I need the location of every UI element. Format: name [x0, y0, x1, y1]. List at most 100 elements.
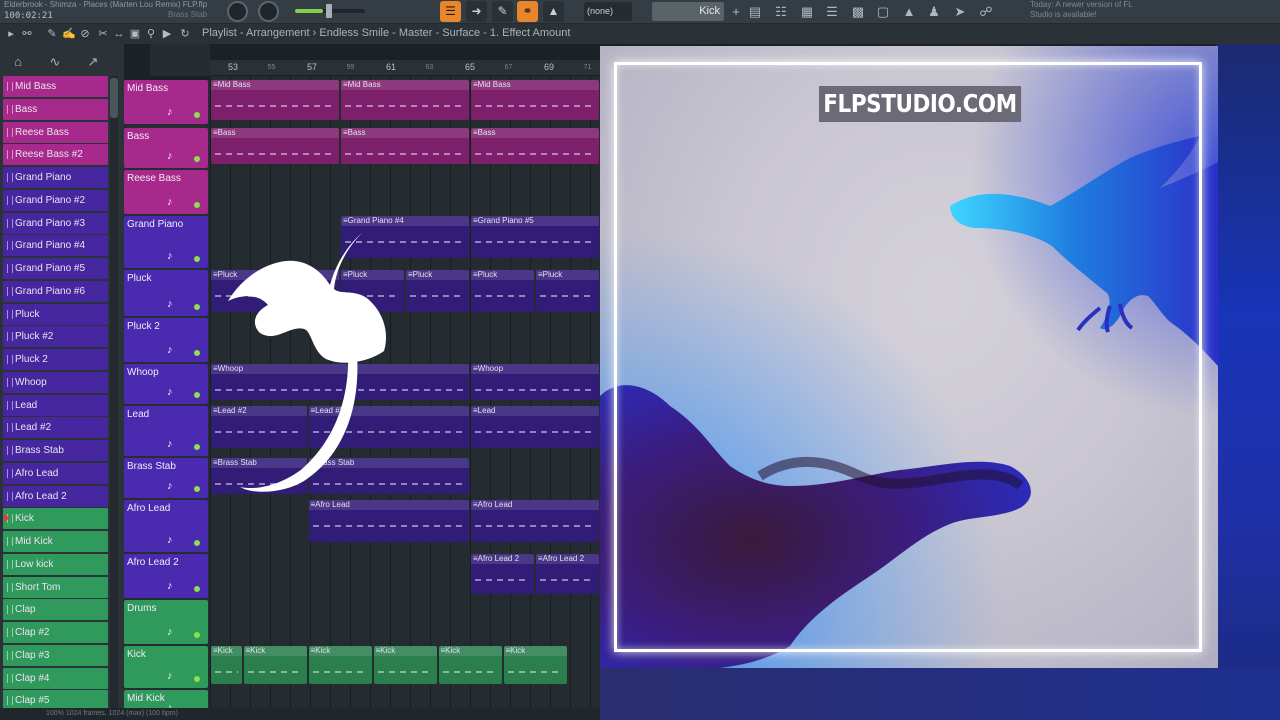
send-icon[interactable]: ➤	[951, 3, 969, 21]
snap-icon[interactable]: ↻	[178, 26, 192, 42]
mixer-icon[interactable]: ☰	[823, 3, 841, 21]
link-icon[interactable]: ⚭	[517, 1, 538, 22]
select-tool-icon[interactable]: ▣	[128, 26, 142, 42]
metronome-button[interactable]: ☰	[440, 1, 461, 22]
pattern-clip[interactable]: Mid Bass	[471, 80, 599, 120]
channel-button[interactable]: Lead	[3, 394, 108, 416]
microphone-icon[interactable]: ▲	[900, 3, 918, 21]
master-pitch-knob[interactable]	[258, 1, 279, 22]
track-enable-led[interactable]	[194, 392, 200, 398]
track-header[interactable]: Kick ♪	[124, 646, 208, 688]
pattern-clip[interactable]: Kick	[308, 646, 372, 684]
pattern-clip[interactable]: Afro Lead 2	[536, 554, 599, 594]
pattern-clip[interactable]: Bass	[211, 128, 339, 164]
track-header[interactable]: Brass Stab ♪	[124, 458, 208, 498]
timeline-ruler[interactable]: 53 55 57 59 61 63 65 67 69 71	[210, 60, 610, 76]
update-notice[interactable]: Today: A newer version of FL Studio is a…	[1030, 0, 1140, 20]
menu-arrow-icon[interactable]: ▸	[4, 26, 18, 42]
zoom-tool-icon[interactable]: ⚲	[144, 26, 158, 42]
track-header[interactable]: Afro Lead ♪	[124, 500, 208, 552]
channel-button[interactable]: Low kick	[3, 553, 108, 575]
pattern-clip[interactable]: Lead	[471, 406, 599, 448]
pattern-clip[interactable]: Mid Bass	[211, 80, 339, 120]
pattern-picker-icon[interactable]: ⌂	[9, 54, 27, 72]
pattern-clip[interactable]: Bass	[341, 128, 469, 164]
channel-button[interactable]: Clap #2	[3, 622, 108, 643]
pattern-clip[interactable]: Whoop	[471, 364, 599, 400]
mute-tool-icon[interactable]: ⊘	[78, 26, 92, 42]
pattern-clip[interactable]: Afro Lead	[471, 500, 599, 542]
pattern-clip[interactable]: Bass	[471, 128, 599, 164]
plugin-icon[interactable]: ▩	[849, 3, 867, 21]
track-header[interactable]: Afro Lead 2 ♪	[124, 554, 208, 598]
track-header[interactable]: Grand Piano ♪	[124, 216, 208, 268]
channel-button[interactable]: Pluck	[3, 303, 108, 325]
pattern-clip[interactable]: Pluck	[406, 270, 469, 312]
stamp-icon[interactable]: ▲	[543, 1, 564, 22]
pattern-clip[interactable]: Kick	[373, 646, 437, 684]
picker-scrollbar-thumb[interactable]	[110, 78, 118, 118]
pattern-clip[interactable]: Mid Bass	[341, 80, 469, 120]
channel-button[interactable]: Grand Piano #2	[3, 189, 108, 211]
channel-button[interactable]: Kick	[3, 508, 108, 530]
plus-icon[interactable]: +	[727, 3, 745, 21]
channel-button[interactable]: Grand Piano #3	[3, 212, 108, 234]
channel-button[interactable]: Brass Stab	[3, 440, 108, 461]
channel-button[interactable]: Afro Lead	[3, 462, 108, 484]
slice-tool-icon[interactable]: ✂	[96, 26, 110, 42]
piano-roll-icon[interactable]: ☷	[772, 3, 790, 21]
person-icon[interactable]: ♟	[925, 3, 943, 21]
track-enable-led[interactable]	[194, 112, 200, 118]
track-header[interactable]: Mid Bass ♪	[124, 80, 208, 124]
channel-button[interactable]: Mid Kick	[3, 531, 108, 552]
channel-button[interactable]: Grand Piano #6	[3, 280, 108, 302]
channel-button[interactable]: Grand Piano #4	[3, 235, 108, 257]
browser-icon[interactable]: ▢	[874, 3, 892, 21]
channel-button[interactable]: Clap #3	[3, 644, 108, 666]
track-header[interactable]: Lead ♪	[124, 406, 208, 456]
arrow-icon[interactable]: ➜	[466, 1, 487, 22]
pattern-clip[interactable]: Grand Piano #5	[471, 216, 599, 258]
track-header[interactable]: Whoop ♪	[124, 364, 208, 404]
track-enable-led[interactable]	[194, 156, 200, 162]
track-enable-led[interactable]	[194, 676, 200, 682]
track-header[interactable]: Pluck ♪	[124, 270, 208, 316]
pattern-clip[interactable]: Afro Lead 2	[471, 554, 534, 594]
automation-picker-icon[interactable]: ↗	[84, 54, 102, 72]
channel-rack-icon[interactable]: ▦	[798, 3, 816, 21]
channel-button[interactable]: Pluck 2	[3, 349, 108, 370]
audio-picker-icon[interactable]: ∿	[46, 54, 64, 72]
track-enable-led[interactable]	[194, 486, 200, 492]
channel-button[interactable]: Reese Bass	[3, 121, 108, 143]
playlist-icon[interactable]: ▤	[746, 3, 764, 21]
channel-button[interactable]: Grand Piano #5	[3, 258, 108, 279]
channel-button[interactable]: Short Tom	[3, 576, 108, 598]
track-header[interactable]: Bass ♪	[124, 128, 208, 168]
picker-scrollbar[interactable]	[110, 76, 118, 716]
track-enable-led[interactable]	[194, 540, 200, 546]
pattern-clip[interactable]: Kick	[211, 646, 242, 684]
pattern-clip[interactable]: Pluck	[471, 270, 534, 312]
pencil-icon[interactable]: ✎	[492, 1, 513, 22]
headphones-icon[interactable]: ⚯	[20, 26, 34, 42]
breadcrumb[interactable]: Playlist - Arrangement › Endless Smile -…	[202, 27, 570, 39]
track-enable-led[interactable]	[194, 350, 200, 356]
channel-button[interactable]: Clap #4	[3, 667, 108, 689]
track-enable-led[interactable]	[194, 586, 200, 592]
track-enable-led[interactable]	[194, 444, 200, 450]
pattern-clip[interactable]: Afro Lead	[308, 500, 469, 542]
cart-icon[interactable]: ☍	[977, 3, 995, 21]
track-header[interactable]: Pluck 2 ♪	[124, 318, 208, 362]
pattern-clip[interactable]: Pluck	[536, 270, 599, 312]
track-header[interactable]: Drums ♪	[124, 600, 208, 644]
play-icon[interactable]: ▶	[160, 26, 174, 42]
channel-button[interactable]: Whoop	[3, 371, 108, 393]
channel-button[interactable]: Lead #2	[3, 417, 108, 439]
channel-button[interactable]: Bass	[3, 98, 108, 120]
pattern-clip[interactable]: Kick	[503, 646, 567, 684]
pattern-clip[interactable]: Kick	[243, 646, 307, 684]
pattern-clip[interactable]: Kick	[438, 646, 502, 684]
track-header[interactable]: Reese Bass ♪	[124, 170, 208, 214]
master-volume-knob[interactable]	[227, 1, 248, 22]
channel-button[interactable]: Clap	[3, 599, 108, 621]
